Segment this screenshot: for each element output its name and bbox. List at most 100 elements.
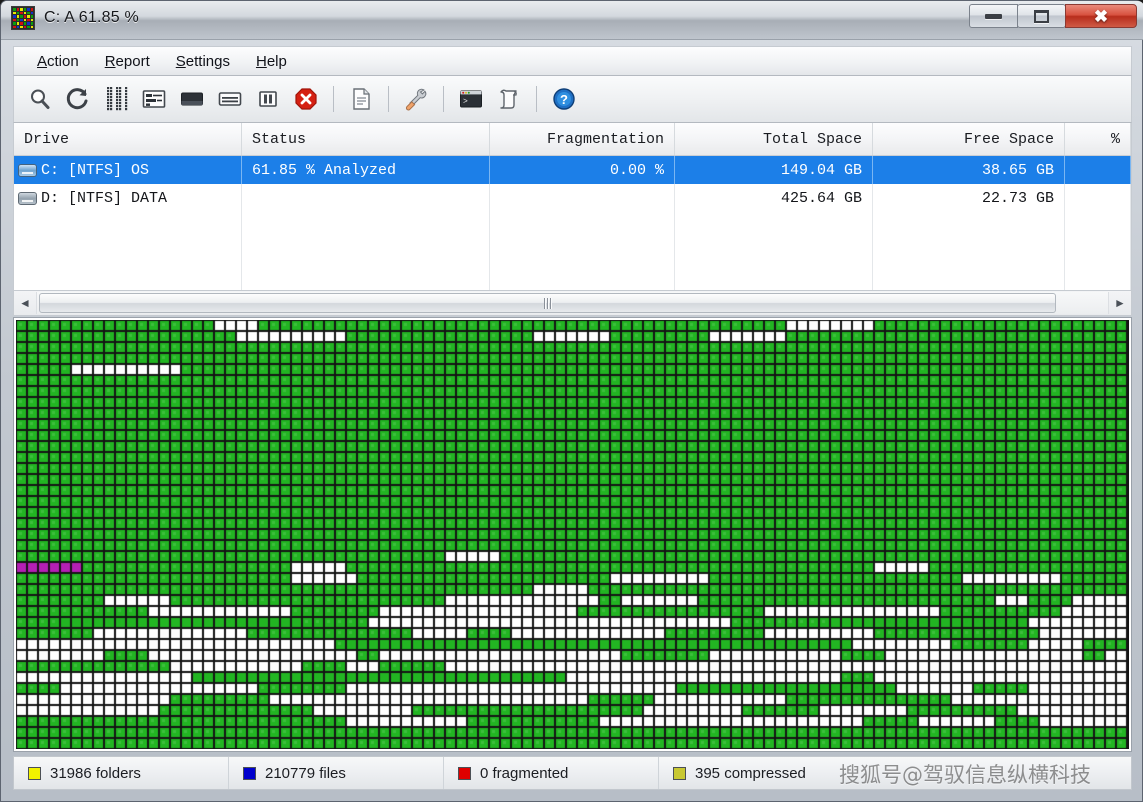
cell-drive	[14, 268, 242, 290]
menu-item-settings[interactable]: Settings	[163, 51, 243, 72]
scroll-right-arrow-icon[interactable]: ►	[1109, 291, 1131, 315]
scroll-left-arrow-icon[interactable]: ◄	[14, 291, 36, 315]
status-compressed: 395 compressed	[659, 757, 1131, 789]
minimize-button[interactable]	[969, 4, 1018, 28]
cell-total-space	[675, 240, 873, 268]
status-label: 210779 files	[265, 765, 346, 782]
cell-free-space: 38.65 GB	[873, 156, 1065, 184]
cell-total-space	[675, 212, 873, 240]
disk-map-canvas[interactable]	[16, 320, 1129, 749]
legend-swatch-icon	[458, 767, 471, 780]
quick-defrag-icon[interactable]	[136, 81, 172, 117]
hard-drive-icon	[18, 192, 37, 205]
legend-swatch-icon	[243, 767, 256, 780]
table-row[interactable]: D: [NTFS] DATA425.64 GB22.73 GB	[14, 184, 1131, 212]
disk-blocks-icon	[11, 6, 35, 30]
pause-icon[interactable]	[250, 81, 286, 117]
cell-status: 61.85 % Analyzed	[242, 156, 490, 184]
cell-total-space: 149.04 GB	[675, 156, 873, 184]
toolbar-separator	[388, 86, 389, 112]
status-files: 210779 files	[229, 757, 444, 789]
cell-percent-used	[1065, 184, 1131, 212]
minimize-icon	[985, 14, 1002, 19]
log-icon[interactable]	[491, 81, 527, 117]
cell-fragmentation	[490, 184, 675, 212]
title-bar-left: C: A 61.85 %	[11, 6, 139, 30]
refresh-icon[interactable]	[60, 81, 96, 117]
stop-icon[interactable]	[288, 81, 324, 117]
table-row[interactable]: C: [NTFS] OS 61.85 % Analyzed0.00 %149.04…	[14, 156, 1131, 184]
cell-fragmentation	[490, 240, 675, 268]
console-icon[interactable]: >	[453, 81, 489, 117]
toolbar-separator	[333, 86, 334, 112]
cell-fragmentation	[490, 212, 675, 240]
drive-list-body: C: [NTFS] OS 61.85 % Analyzed0.00 %149.04…	[14, 156, 1131, 290]
close-icon: ✖	[1094, 8, 1108, 25]
drive-label: C: [NTFS] OS	[41, 162, 149, 179]
application-window: C: A 61.85 % ✖ ActionReportSettingsHelp …	[0, 0, 1143, 802]
svg-text:>: >	[463, 98, 468, 107]
cell-total-space: 425.64 GB	[675, 184, 873, 212]
cell-status	[242, 268, 490, 290]
svg-text:?: ?	[560, 92, 568, 107]
table-row[interactable]	[14, 268, 1131, 290]
status-fragmented: 0 fragmented	[444, 757, 659, 789]
status-label: 31986 folders	[50, 765, 141, 782]
col-total-space[interactable]: Total Space	[675, 123, 873, 155]
status-label: 395 compressed	[695, 765, 806, 782]
disk-map-panel	[13, 317, 1132, 752]
status-folders: 31986 folders	[14, 757, 229, 789]
scrollbar-grip-icon	[544, 298, 551, 309]
cell-fragmentation: 0.00 %	[490, 156, 675, 184]
cell-free-space: 22.73 GB	[873, 184, 1065, 212]
cell-drive	[14, 240, 242, 268]
hard-drive-icon	[18, 164, 37, 177]
cell-free-space	[873, 268, 1065, 290]
settings-icon[interactable]	[398, 81, 434, 117]
cell-percent-used	[1065, 240, 1131, 268]
title-bar: C: A 61.85 % ✖	[1, 1, 1143, 40]
cell-percent-used	[1065, 212, 1131, 240]
cell-drive: C: [NTFS] OS	[14, 156, 242, 184]
horizontal-scrollbar[interactable]: ◄ ►	[13, 290, 1132, 316]
analyze-icon[interactable]	[22, 81, 58, 117]
cell-total-space	[675, 268, 873, 290]
help-icon[interactable]: ?	[546, 81, 582, 117]
cell-status	[242, 240, 490, 268]
window-controls: ✖	[970, 4, 1137, 28]
col-drive[interactable]: Drive	[14, 123, 242, 155]
scrollbar-track[interactable]	[36, 292, 1109, 314]
maximize-icon	[1034, 10, 1049, 23]
drive-list: DriveStatusFragmentationTotal SpaceFree …	[13, 123, 1132, 290]
disk-map[interactable]	[16, 320, 1129, 749]
close-button[interactable]: ✖	[1065, 4, 1137, 28]
cell-percent-used	[1065, 156, 1131, 184]
cell-status	[242, 212, 490, 240]
menu-item-action[interactable]: Action	[24, 51, 92, 72]
table-row[interactable]	[14, 240, 1131, 268]
status-bar: 31986 folders 210779 files 0 fragmented 395…	[13, 756, 1132, 790]
menu-item-help[interactable]: Help	[243, 51, 300, 72]
col-percent-used[interactable]: %	[1065, 123, 1131, 155]
defrag-icon[interactable]	[98, 81, 134, 117]
toolbar-separator	[443, 86, 444, 112]
col-fragmentation[interactable]: Fragmentation	[490, 123, 675, 155]
scrollbar-thumb[interactable]	[39, 293, 1056, 313]
maximize-button[interactable]	[1017, 4, 1066, 28]
cell-percent-used	[1065, 268, 1131, 290]
consolidate-icon[interactable]	[212, 81, 248, 117]
status-label: 0 fragmented	[480, 765, 568, 782]
table-row[interactable]	[14, 212, 1131, 240]
cell-drive	[14, 212, 242, 240]
toolbar: >?	[13, 76, 1132, 123]
menu-bar: ActionReportSettingsHelp	[13, 46, 1132, 76]
report-icon[interactable]	[343, 81, 379, 117]
window-title: C: A 61.85 %	[44, 9, 139, 27]
freespace-icon[interactable]	[174, 81, 210, 117]
col-free-space[interactable]: Free Space	[873, 123, 1065, 155]
col-status[interactable]: Status	[242, 123, 490, 155]
cell-status	[242, 184, 490, 212]
toolbar-separator	[536, 86, 537, 112]
cell-free-space	[873, 212, 1065, 240]
menu-item-report[interactable]: Report	[92, 51, 163, 72]
